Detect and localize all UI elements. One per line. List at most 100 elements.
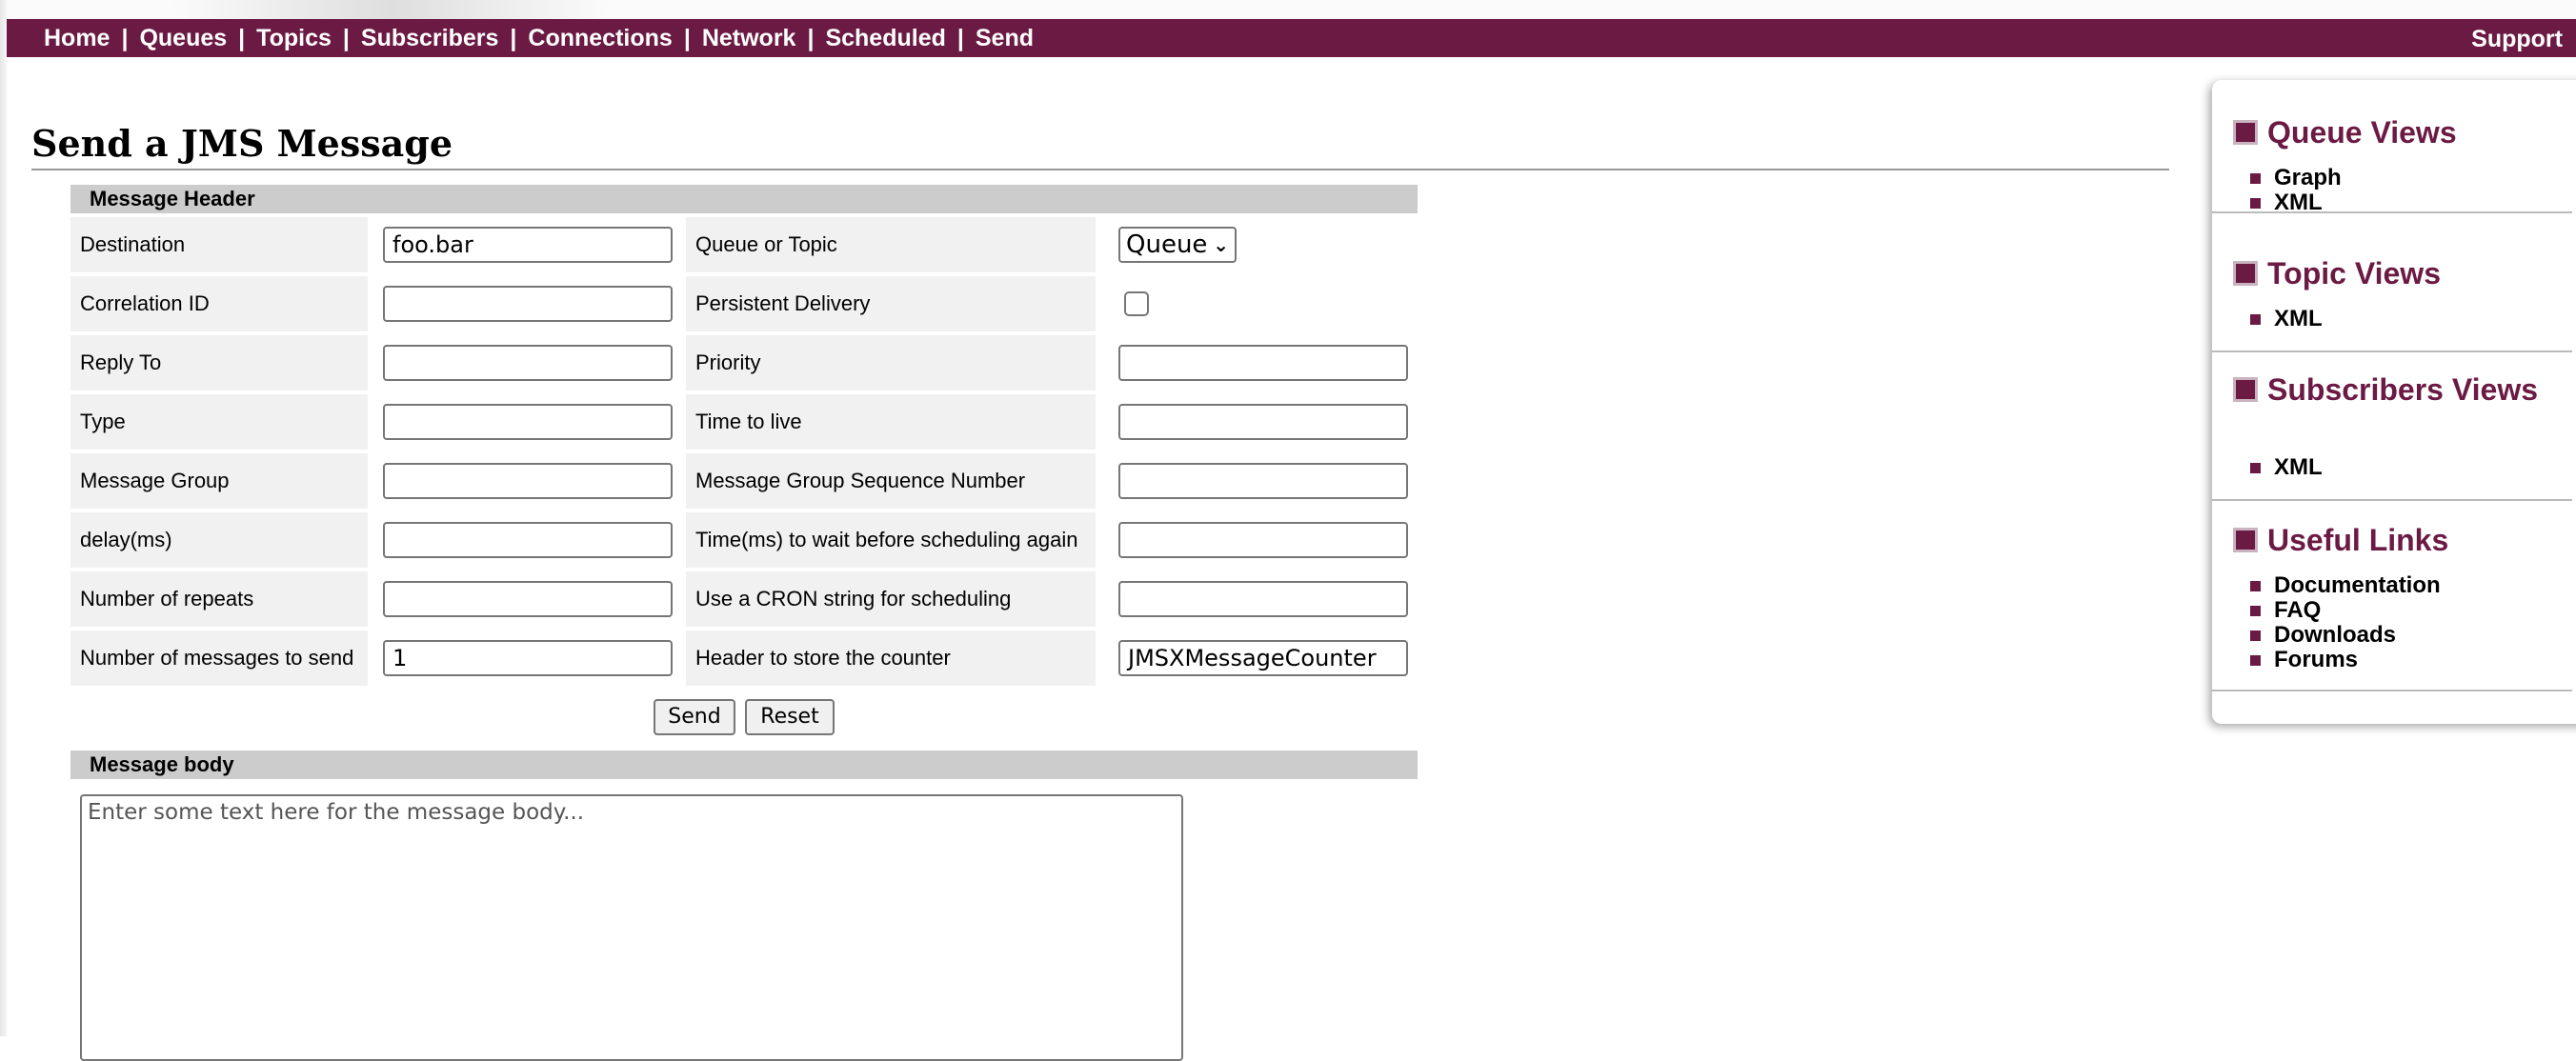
message-body-bar: Message body — [70, 751, 1418, 779]
bullet-icon — [2250, 654, 2261, 666]
reply-to-label: Reply To — [70, 335, 368, 390]
cron-input[interactable] — [1118, 581, 1408, 617]
nav-separator: | — [238, 24, 246, 51]
correlation-id-input[interactable] — [383, 286, 673, 322]
nav-topics[interactable]: Topics — [256, 25, 332, 52]
sidebar-divider — [2212, 690, 2572, 691]
message-count-label: Number of messages to send — [70, 631, 368, 686]
sidebar-heading: Subscribers Views — [2233, 373, 2553, 407]
square-icon — [2233, 377, 2258, 402]
time-to-live-label: Time to live — [686, 394, 1096, 450]
sidebar-links: XML — [2250, 454, 2323, 480]
persistent-delivery-checkbox[interactable] — [1124, 291, 1149, 316]
nav-home[interactable]: Home — [44, 25, 110, 52]
nav-queues[interactable]: Queues — [139, 25, 227, 52]
sidebar-heading-text: Topic Views — [2267, 256, 2441, 290]
sidebar-heading: Queue Views — [2233, 116, 2553, 150]
top-strip — [0, 0, 2576, 19]
sidebar-link-forums[interactable]: Forums — [2250, 647, 2441, 672]
sidebar-link-text: Graph — [2274, 165, 2342, 190]
page-title: Send a JMS Message — [31, 122, 453, 165]
sidebar-divider — [2212, 350, 2572, 352]
nav-separator: | — [342, 24, 350, 51]
destination-input[interactable]: foo.bar — [383, 227, 673, 263]
sidebar-link-xml[interactable]: XML — [2250, 306, 2323, 331]
sidebar-link-text: Downloads — [2274, 622, 2397, 648]
sidebar-heading-text: Queue Views — [2267, 115, 2457, 150]
nav-separator: | — [807, 24, 815, 51]
sidebar-heading-text: Subscribers Views — [2267, 372, 2538, 407]
reply-to-input[interactable] — [383, 345, 673, 381]
sidebar-heading-text: Useful Links — [2267, 523, 2449, 557]
sidebar-links: XML — [2250, 306, 2323, 331]
sidebar-link-faq[interactable]: FAQ — [2250, 597, 2441, 623]
nav-scheduled[interactable]: Scheduled — [825, 25, 945, 52]
type-input[interactable] — [383, 404, 673, 440]
sidebar-link-text: FAQ — [2274, 597, 2322, 623]
chevron-down-icon: ⌄ — [1213, 233, 1229, 256]
top-navbar: Home | Queues | Topics | Subscribers | C… — [7, 19, 2576, 57]
sidebar-links: Documentation FAQ Downloads Forums — [2250, 572, 2441, 672]
sidebar-divider — [2212, 211, 2572, 213]
left-edge — [0, 0, 7, 1036]
sidebar-link-text: XML — [2274, 306, 2323, 331]
nav-subscribers[interactable]: Subscribers — [361, 25, 499, 52]
type-label: Type — [70, 394, 368, 450]
message-group-seq-input[interactable] — [1118, 463, 1408, 499]
counter-header-input[interactable]: JMSXMessageCounter — [1118, 640, 1408, 676]
header-decoration — [171, 0, 610, 19]
cron-label: Use a CRON string for scheduling — [686, 571, 1096, 627]
repeats-input[interactable] — [383, 581, 673, 617]
nav-support[interactable]: Support — [2471, 26, 2563, 53]
queue-or-topic-select[interactable]: Queue ⌄ — [1118, 227, 1237, 263]
sidebar: Queue Views Graph XML Topic Views XML Su… — [2212, 80, 2576, 724]
sidebar-heading: Useful Links — [2233, 524, 2553, 557]
message-group-label: Message Group — [70, 453, 368, 509]
square-icon — [2233, 120, 2258, 145]
delay-input[interactable] — [383, 522, 673, 558]
message-group-input[interactable] — [383, 463, 673, 499]
nav-separator: | — [510, 24, 517, 51]
square-icon — [2233, 261, 2258, 286]
sidebar-link-text: Documentation — [2274, 572, 2441, 598]
repeats-label: Number of repeats — [70, 571, 368, 627]
delay-label: delay(ms) — [70, 512, 368, 568]
message-count-input[interactable]: 1 — [383, 640, 673, 676]
send-button[interactable]: Send — [654, 699, 735, 735]
bullet-icon — [2250, 313, 2261, 325]
bullet-icon — [2250, 580, 2261, 591]
sidebar-link-text: Forums — [2274, 647, 2359, 672]
sidebar-links: Graph XML — [2250, 165, 2342, 215]
nav-separator: | — [121, 24, 129, 51]
message-header-bar: Message Header — [70, 185, 1418, 213]
nav-network[interactable]: Network — [702, 25, 796, 52]
bullet-icon — [2250, 605, 2261, 616]
nav-send[interactable]: Send — [976, 25, 1034, 52]
sidebar-link-documentation[interactable]: Documentation — [2250, 572, 2441, 598]
priority-label: Priority — [686, 335, 1096, 390]
schedule-period-label: Time(ms) to wait before scheduling again — [686, 512, 1096, 568]
counter-header-label: Header to store the counter — [686, 631, 1096, 686]
destination-label: Destination — [70, 217, 368, 272]
sidebar-link-text: XML — [2274, 454, 2323, 480]
correlation-id-label: Correlation ID — [70, 276, 368, 331]
nav-connections[interactable]: Connections — [528, 25, 672, 52]
sidebar-divider — [2212, 499, 2572, 501]
reset-button[interactable]: Reset — [745, 699, 835, 735]
sidebar-link-downloads[interactable]: Downloads — [2250, 622, 2441, 648]
bullet-icon — [2250, 172, 2261, 184]
queue-or-topic-selected: Queue — [1126, 230, 1208, 259]
persistent-delivery-label: Persistent Delivery — [686, 276, 1096, 331]
queue-or-topic-label: Queue or Topic — [686, 217, 1096, 272]
priority-input[interactable] — [1118, 345, 1408, 381]
message-body-textarea[interactable]: Enter some text here for the message bod… — [80, 794, 1183, 1061]
bullet-icon — [2250, 462, 2261, 473]
sidebar-link-xml[interactable]: XML — [2250, 454, 2323, 480]
sidebar-link-graph[interactable]: Graph — [2250, 165, 2342, 190]
nav-separator: | — [956, 24, 964, 51]
sidebar-heading: Topic Views — [2233, 257, 2553, 290]
message-group-seq-label: Message Group Sequence Number — [686, 453, 1096, 509]
schedule-period-input[interactable] — [1118, 522, 1408, 558]
time-to-live-input[interactable] — [1118, 404, 1408, 440]
bullet-icon — [2250, 630, 2261, 641]
